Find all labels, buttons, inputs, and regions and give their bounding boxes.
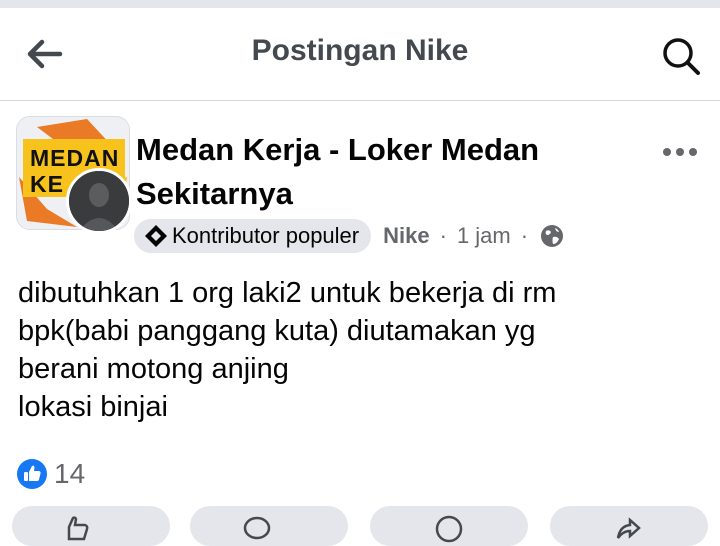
top-bar: Postingan Nike [0,8,720,101]
like-icon [17,459,47,489]
reaction-count: 14 [54,458,86,489]
like-button[interactable] [12,506,170,546]
post-text-line: lokasi binjai [18,391,168,423]
post-text: dibutuhkan 1 org laki2 untuk bekerja di … [18,274,708,426]
author-photo [69,171,129,231]
comment-button[interactable] [190,506,348,546]
action-bar [0,506,720,546]
share-button[interactable] [550,506,708,546]
page-title: Postingan Nike [251,34,469,67]
badge-label: Kontributor populer [172,223,360,248]
author-avatar[interactable] [66,168,132,234]
contributor-badge[interactable]: Kontributor populer [134,219,372,253]
meta-separator: · [439,223,447,248]
comment-icon [243,516,271,540]
share-icon [616,517,641,539]
post-time[interactable]: 1 jam [457,223,511,249]
globe-icon[interactable] [540,224,564,248]
meta-separator-2: · [520,223,529,248]
messenger-icon [435,515,463,543]
messenger-button[interactable] [370,506,528,546]
more-options-icon[interactable] [660,138,700,166]
group-name-link[interactable]: Medan Kerja - Loker Medan Sekitarnya [136,128,636,216]
search-icon[interactable] [658,34,704,78]
post-text-line: dibutuhkan 1 org laki2 untuk bekerja di … [18,277,557,309]
reaction-summary[interactable]: 14 [16,458,85,490]
post-text-line: bpk(babi panggang kuta) diutamakan yg [18,315,536,347]
diamond-badge-icon [145,225,167,247]
post-meta: Kontributor populer Nike · 1 jam · [134,218,564,254]
post-text-line: berani motong anjing [18,353,289,385]
status-strip [0,0,720,8]
author-name[interactable]: Nike [383,223,429,249]
thumbs-up-icon [67,516,89,541]
